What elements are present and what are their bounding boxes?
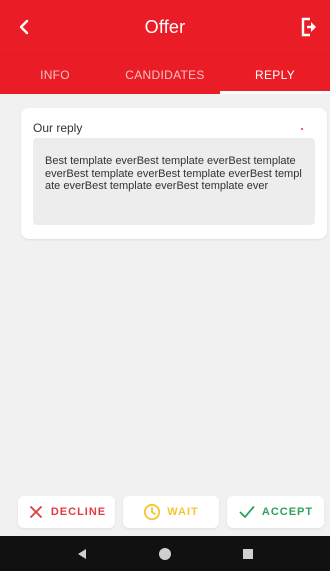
clock-icon <box>143 503 161 521</box>
reply-label: Our reply <box>33 121 83 135</box>
system-nav-bar <box>0 536 330 571</box>
reply-text[interactable]: Best template everBest template everBest… <box>33 138 315 225</box>
wait-button[interactable]: WAIT <box>123 496 219 528</box>
wait-label: WAIT <box>167 506 199 518</box>
check-icon <box>238 503 256 521</box>
tab-candidates[interactable]: CANDIDATES <box>110 55 220 94</box>
accept-button[interactable]: ACCEPT <box>227 496 324 528</box>
close-icon <box>27 503 45 521</box>
accept-label: ACCEPT <box>261 506 314 518</box>
app-bar: Offer <box>0 0 330 54</box>
nav-home-icon[interactable] <box>153 542 177 566</box>
tab-reply[interactable]: REPLY <box>220 55 330 94</box>
decline-button[interactable]: DECLINE <box>18 496 115 528</box>
tab-info[interactable]: INFO <box>0 55 110 94</box>
logout-icon[interactable] <box>296 14 322 40</box>
page-title: Offer <box>144 16 186 37</box>
tab-bar: INFO CANDIDATES REPLY <box>0 54 330 94</box>
decline-label: DECLINE <box>50 506 107 518</box>
indicator-dot <box>301 128 303 130</box>
reply-card: Our reply Best template everBest templat… <box>21 108 327 239</box>
nav-back-icon[interactable] <box>70 542 94 566</box>
action-bar: DECLINE WAIT ACCEPT <box>0 496 330 536</box>
back-chevron-icon[interactable] <box>12 15 36 39</box>
nav-recents-icon[interactable] <box>236 542 260 566</box>
